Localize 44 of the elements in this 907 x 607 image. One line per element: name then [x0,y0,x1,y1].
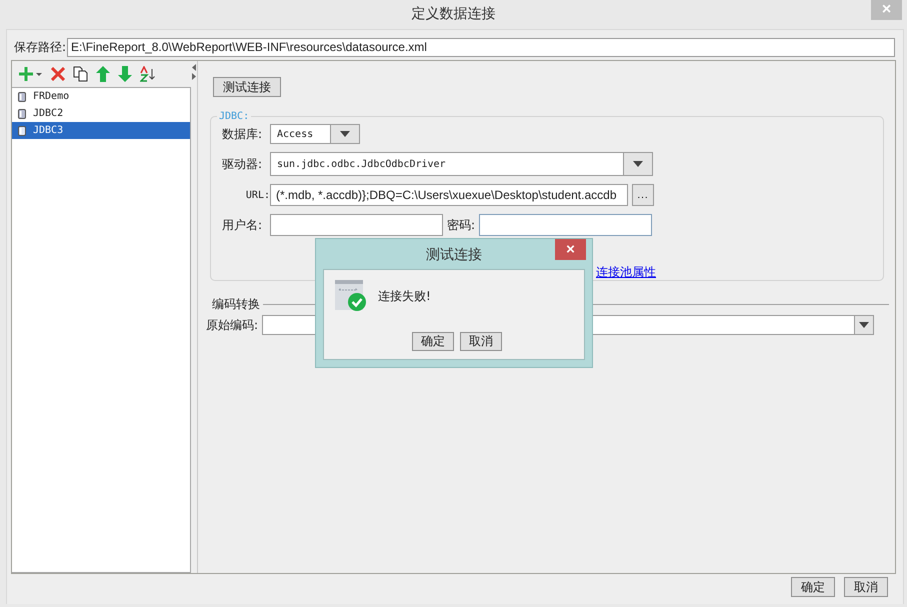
dropdown-arrow-icon [340,131,350,137]
database-icon [18,126,26,136]
field-label: 驱动器: [222,156,264,172]
group-title: JDBC: [218,111,250,122]
connection-item[interactable]: FRDemo [12,88,190,105]
dialog-button[interactable]: 确定 [412,332,454,351]
dropdown-arrow-icon [859,322,870,328]
collapse-left-icon[interactable] [192,64,196,71]
dialog-title: 测试连接 [426,246,482,264]
expand-right-icon[interactable] [192,73,196,80]
username-field[interactable] [270,214,443,236]
database-icon [18,108,26,118]
database-icon [18,92,26,102]
field-label: URL: [246,190,270,200]
browse-button[interactable]: ... [632,184,654,206]
up-arrow-icon[interactable] [96,66,110,82]
delete-icon[interactable] [51,67,65,81]
add-icon[interactable] [19,66,43,82]
dialog-button[interactable]: 取消 [460,332,502,351]
section-title: 编码转换 [212,296,260,313]
dialog-button[interactable]: 取消 [844,577,888,597]
dialog-button[interactable]: 确定 [791,577,835,597]
test-connection-button[interactable]: 测试连接 [213,77,281,97]
close-button[interactable]: × [555,239,586,260]
field-label: 原始编码: [206,316,258,334]
password-field[interactable] [479,214,652,236]
pool-properties-link[interactable]: 连接池属性 [596,264,656,281]
field-label: 密码: [447,216,476,234]
down-arrow-icon[interactable] [118,66,132,82]
connection-item[interactable]: JDBC2 [12,105,190,122]
message-text: 连接失败! [378,288,431,304]
save-path-field[interactable]: E:\FineReport_8.0\WebReport\WEB-INF\resources\datasource.xml [67,38,896,57]
field-label: 用户名: [222,216,264,234]
url-field[interactable]: (*.mdb, *.accdb)};DBQ=C:\Users\xuexue\Desktop\student.accdb [270,184,628,206]
database-dropdown[interactable]: Access [270,124,360,144]
dropdown-arrow-icon [633,161,643,167]
save-path-label: 保存路径: [14,39,66,56]
sort-icon[interactable] [140,66,156,82]
connection-item[interactable]: JDBC3 [12,122,190,139]
document-check-icon [335,280,367,312]
field-label: 数据库: [222,126,264,142]
copy-icon[interactable] [73,66,88,82]
driver-dropdown[interactable]: sun.jdbc.odbc.JdbcOdbcDriver [270,152,653,176]
window-title: 定义数据连接 [412,5,496,23]
